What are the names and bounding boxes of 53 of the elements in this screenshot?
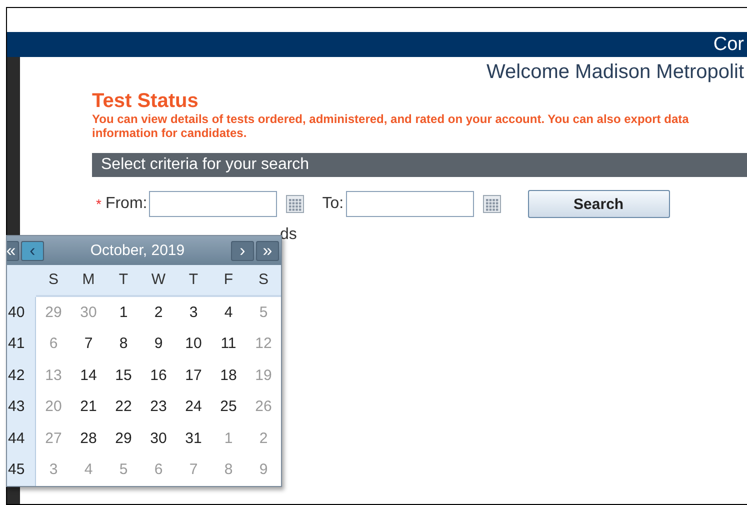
- section-title: Select criteria for your search: [101, 156, 310, 174]
- to-label: To:: [322, 195, 344, 213]
- day-cell[interactable]: 18: [211, 360, 246, 391]
- day-cell[interactable]: 2: [141, 296, 176, 328]
- required-mark: *: [96, 196, 102, 212]
- week-number: 43: [7, 391, 36, 422]
- week-number: 44: [7, 422, 36, 454]
- day-cell[interactable]: 15: [106, 360, 141, 391]
- day-cell[interactable]: 21: [71, 391, 106, 422]
- day-cell[interactable]: 25: [211, 391, 246, 422]
- day-cell[interactable]: 10: [176, 328, 211, 360]
- header-title: Cor: [713, 34, 744, 56]
- day-cell[interactable]: 9: [141, 328, 176, 360]
- week-number: 42: [7, 360, 36, 391]
- from-date-field[interactable]: [149, 191, 278, 217]
- day-cell[interactable]: 23: [141, 391, 176, 422]
- week-number: 41: [7, 328, 36, 360]
- day-cell[interactable]: 7: [71, 328, 106, 360]
- previous-month-button[interactable]: ‹: [21, 240, 44, 260]
- weekday-label: M: [71, 265, 106, 296]
- day-cell[interactable]: 4: [211, 296, 246, 328]
- day-cell[interactable]: 28: [71, 422, 106, 454]
- calendar-icon[interactable]: [286, 195, 304, 213]
- search-button[interactable]: Search: [528, 190, 670, 218]
- day-cell[interactable]: 29: [106, 422, 141, 454]
- week-number: 45: [7, 454, 36, 486]
- week-number: 40: [7, 296, 36, 328]
- day-cell[interactable]: 14: [71, 360, 106, 391]
- day-cell[interactable]: 24: [176, 391, 211, 422]
- last-button[interactable]: »: [256, 240, 279, 260]
- day-cell[interactable]: 30: [141, 422, 176, 454]
- first-button[interactable]: «: [7, 240, 19, 260]
- calendar-icon[interactable]: [482, 195, 501, 213]
- day-cell[interactable]: 16: [141, 360, 176, 391]
- next-month-button[interactable]: ›: [231, 240, 254, 260]
- day-cell[interactable]: 8: [106, 328, 141, 360]
- to-date-field[interactable]: [346, 191, 474, 217]
- weekday-label: T: [106, 265, 141, 296]
- weekday-label: W: [141, 265, 176, 296]
- weekday-label: T: [176, 265, 211, 296]
- weekday-label: S: [36, 265, 71, 296]
- page-title: Test Status: [92, 90, 200, 112]
- from-label: From:: [105, 195, 148, 213]
- day-cell[interactable]: 31: [176, 422, 211, 454]
- day-cell[interactable]: 22: [106, 391, 141, 422]
- day-cell[interactable]: 11: [211, 328, 246, 360]
- day-cell[interactable]: 1: [106, 296, 141, 328]
- page-description: You can view details of tests ordered, administered, and rated on your account. You can also export data information for candidates.: [92, 112, 690, 140]
- day-cell[interactable]: 3: [176, 296, 211, 328]
- weekday-label: S: [246, 265, 281, 296]
- welcome-text: Welcome Madison Metropolit: [485, 61, 744, 84]
- weekday-label: F: [211, 265, 246, 296]
- day-cell[interactable]: 17: [176, 360, 211, 391]
